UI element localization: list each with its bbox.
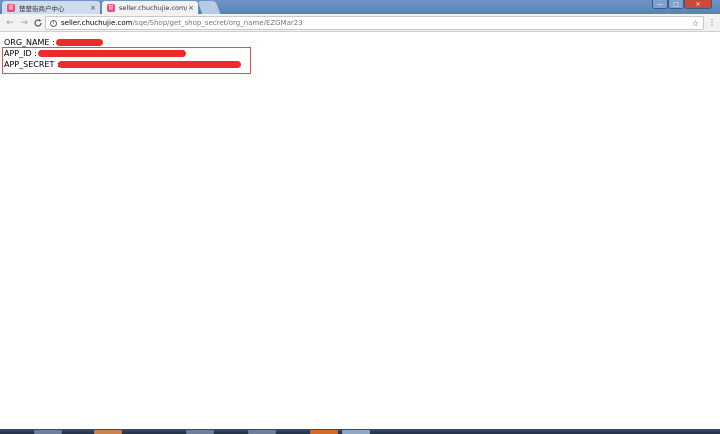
page-content: ORG_NAME : APP_ID : APP_SECRET : bbox=[4, 37, 241, 70]
app-secret-row: APP_SECRET : bbox=[4, 59, 241, 70]
taskbar-button[interactable] bbox=[34, 430, 62, 434]
app-id-redaction bbox=[38, 50, 186, 57]
address-bar[interactable]: i seller.chuchujie.com/sqe/Shop/get_shop… bbox=[45, 16, 704, 30]
bookmark-star-icon[interactable]: ☆ bbox=[692, 19, 699, 28]
info-icon[interactable]: i bbox=[50, 19, 57, 27]
menu-dots-icon[interactable]: ⋮ bbox=[708, 17, 716, 29]
tab-close-icon[interactable]: × bbox=[187, 4, 195, 12]
url-path: /sqe/Shop/get_shop_secret/org_name/EZGMa… bbox=[132, 19, 303, 27]
app-id-row: APP_ID : bbox=[4, 48, 186, 59]
app-secret-redaction bbox=[58, 61, 241, 68]
org-name-label: ORG_NAME : bbox=[4, 38, 55, 47]
url-host: seller.chuchujie.com bbox=[61, 19, 133, 27]
maximize-button[interactable]: □ bbox=[668, 0, 684, 9]
tab-title: 楚楚街商户中心 bbox=[19, 4, 65, 13]
taskbar-button[interactable] bbox=[310, 430, 338, 434]
back-arrow-icon[interactable]: ← bbox=[4, 17, 16, 29]
taskbar-button[interactable] bbox=[342, 430, 370, 434]
app-secret-label: APP_SECRET : bbox=[4, 60, 60, 69]
taskbar-button[interactable] bbox=[94, 430, 122, 434]
chuchujie-favicon-icon: 楚 bbox=[107, 3, 115, 12]
reload-icon[interactable] bbox=[32, 17, 44, 29]
taskbar-button[interactable] bbox=[248, 430, 276, 434]
browser-toolbar: ← → i seller.chuchujie.com/sqe/Shop/get_… bbox=[0, 14, 720, 32]
minimize-button[interactable]: — bbox=[652, 0, 668, 9]
org-name-row: ORG_NAME : bbox=[4, 37, 103, 48]
chuchujie-favicon-icon: 楚 bbox=[7, 3, 15, 12]
org-name-redaction bbox=[56, 39, 103, 46]
tab-merchant-center[interactable]: 楚 楚楚街商户中心 × bbox=[2, 1, 100, 14]
taskbar-button[interactable] bbox=[186, 430, 214, 434]
forward-arrow-icon[interactable]: → bbox=[18, 17, 30, 29]
app-id-label: APP_ID : bbox=[4, 49, 37, 58]
close-window-button[interactable]: ✕ bbox=[684, 0, 712, 9]
tab-title: seller.chuchujie.com/sc bbox=[119, 3, 187, 12]
tab-seller-secret[interactable]: 楚 seller.chuchujie.com/sc × bbox=[102, 1, 198, 14]
tab-close-icon[interactable]: × bbox=[89, 4, 97, 12]
